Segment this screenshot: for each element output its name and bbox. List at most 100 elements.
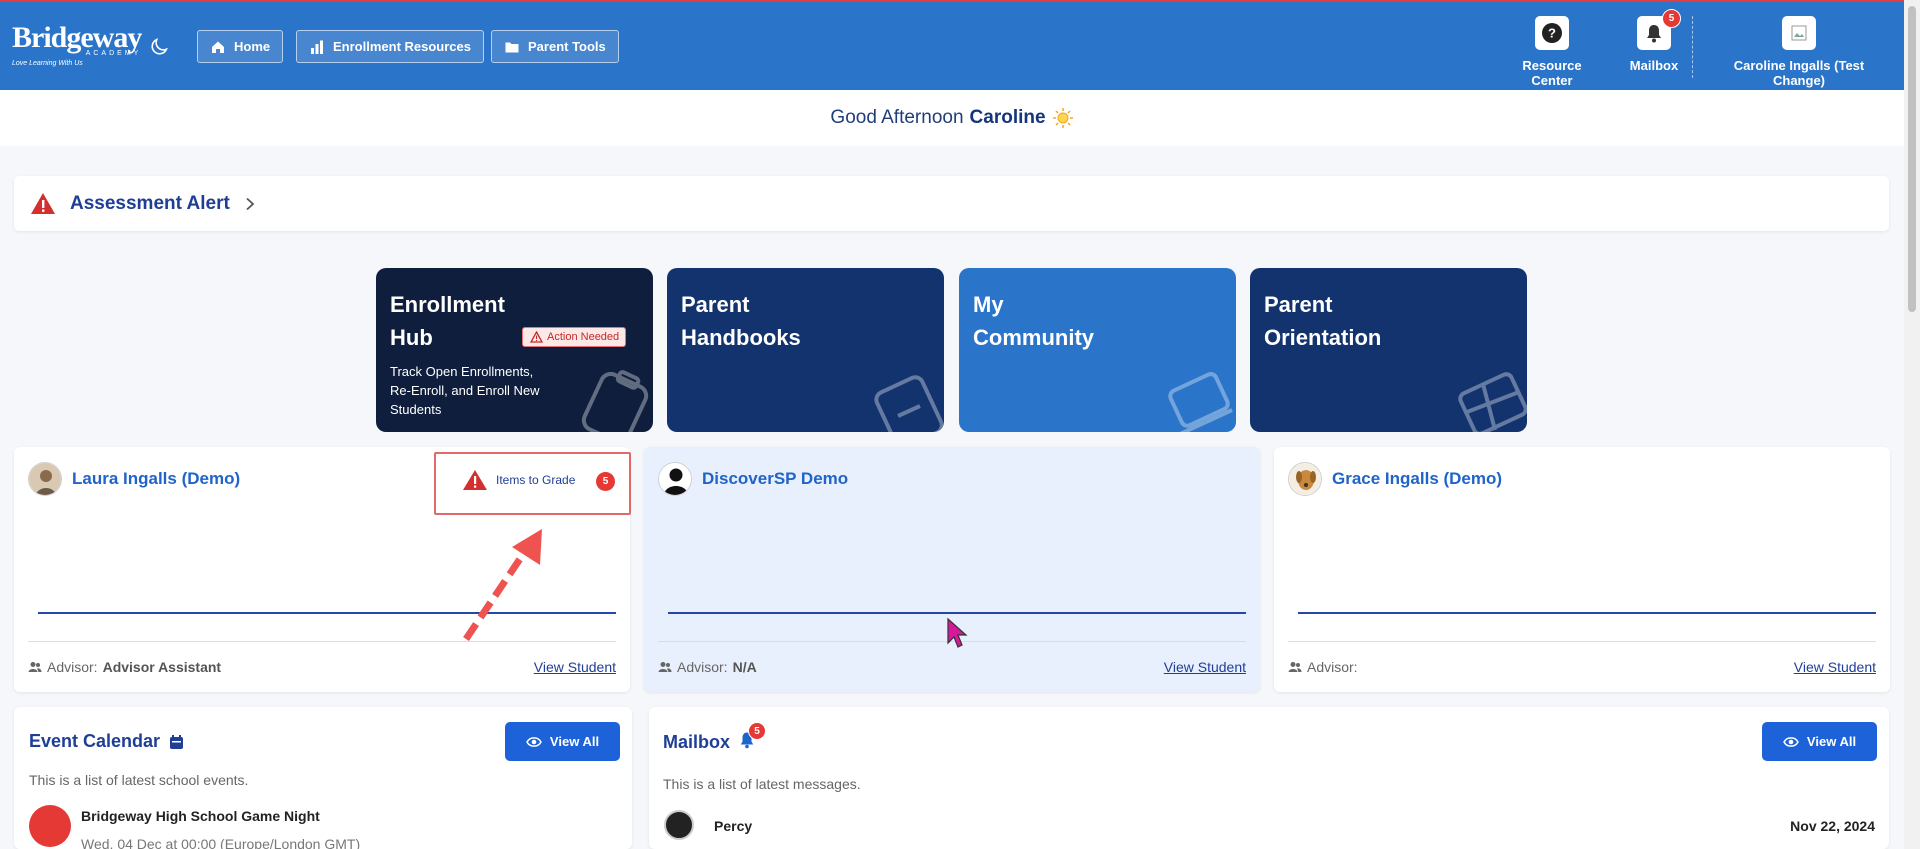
tile-description: Track Open Enrollments, Re-Enroll, and E… xyxy=(390,364,540,417)
nav-home-button[interactable]: Home xyxy=(197,30,284,63)
action-needed-label: Action Needed xyxy=(547,331,620,343)
top-navigation-bar: Bridgeway ACADEMY Love Learning With Us … xyxy=(0,0,1920,90)
document-icon xyxy=(874,375,944,432)
tile-title-line1: Enrollment xyxy=(390,292,505,317)
home-icon xyxy=(212,41,224,53)
warning-icon xyxy=(463,470,487,490)
tile-title-line1: Parent xyxy=(1264,292,1333,317)
user-menu-button[interactable]: Caroline Ingalls (Test Change) xyxy=(1706,16,1892,88)
event-color-dot xyxy=(29,805,71,847)
event-calendar-title: Event Calendar xyxy=(29,731,184,752)
clipboard-icon xyxy=(581,370,649,432)
tile-title-line2: Handbooks xyxy=(681,325,801,350)
map-icon xyxy=(1458,372,1527,432)
tile-title-line1: Parent xyxy=(681,292,750,317)
mailbox-subtitle: This is a list of latest messages. xyxy=(663,776,861,792)
nav-parent-tools-label: Parent Tools xyxy=(528,39,606,54)
items-to-grade-count: 5 xyxy=(596,472,615,491)
student-name-link[interactable]: Grace Ingalls (Demo) xyxy=(1332,469,1502,489)
mailbox-panel: Mailbox 5 View All This is a list of lat… xyxy=(649,707,1889,849)
mailbox-count-badge: 5 xyxy=(1662,9,1681,28)
user-name-label: Caroline Ingalls (Test Change) xyxy=(1733,58,1865,88)
parent-orientation-tile[interactable]: Parent Orientation xyxy=(1250,268,1527,432)
logo-text: Bridgeway xyxy=(12,21,142,54)
user-avatar-icon xyxy=(1782,16,1816,50)
parent-handbooks-tile[interactable]: Parent Handbooks xyxy=(667,268,944,432)
nav-home-label: Home xyxy=(234,39,271,54)
student-name-link[interactable]: Laura Ingalls (Demo) xyxy=(72,469,240,489)
bar-chart-icon xyxy=(311,40,323,54)
progress-chart-line xyxy=(668,612,1246,614)
calendar-subtitle: This is a list of latest school events. xyxy=(29,772,249,788)
view-student-link[interactable]: View Student xyxy=(534,659,616,675)
greeting-bar: Good Afternoon Caroline xyxy=(0,90,1904,146)
greeting-prefix: Good Afternoon xyxy=(830,107,964,128)
advisor-label: Advisor: xyxy=(47,659,98,675)
items-to-grade-highlight[interactable]: Items to Grade 5 xyxy=(434,452,631,515)
my-community-tile[interactable]: My Community xyxy=(959,268,1236,432)
bell-icon: 5 xyxy=(739,722,767,754)
student-name-link[interactable]: DiscoverSP Demo xyxy=(702,469,848,489)
eye-icon xyxy=(526,736,542,747)
mailbox-title-text: Mailbox xyxy=(663,732,731,752)
student-avatar xyxy=(1288,462,1322,496)
resource-center-button[interactable]: ? Resource Center xyxy=(1500,16,1604,88)
view-student-link[interactable]: View Student xyxy=(1794,659,1876,675)
sender-avatar xyxy=(664,810,694,840)
logo-subtext: ACADEMY xyxy=(85,50,142,57)
warning-icon xyxy=(31,192,55,214)
bell-icon: 5 xyxy=(1637,9,1681,50)
people-icon xyxy=(1288,662,1302,672)
logo-tagline: Love Learning With Us xyxy=(12,60,83,67)
mailbox-panel-title: Mailbox 5 xyxy=(663,722,767,754)
nav-enrollment-resources-button[interactable]: Enrollment Resources xyxy=(296,30,484,63)
advisor-name: Advisor Assistant xyxy=(102,659,222,675)
mailbox-view-all-button[interactable]: View All xyxy=(1762,722,1877,761)
items-to-grade-label: Items to Grade xyxy=(496,473,576,487)
mailbox-panel-badge: 5 xyxy=(748,722,767,740)
people-icon xyxy=(28,662,42,672)
bridgeway-logo[interactable]: Bridgeway ACADEMY Love Learning With Us xyxy=(12,21,142,68)
advisor-label: Advisor: xyxy=(1307,659,1358,675)
advisor-info: Advisor: N/A xyxy=(658,659,757,675)
event-title[interactable]: Bridgeway High School Game Night xyxy=(81,808,320,824)
assessment-alert-title: Assessment Alert xyxy=(70,192,230,214)
student-card-grace: Grace Ingalls (Demo) Advisor: View Stude… xyxy=(1274,447,1890,692)
mouse-cursor-icon xyxy=(947,617,968,648)
page-scrollbar[interactable] xyxy=(1904,0,1920,849)
event-calendar-panel: Event Calendar View All This is a list o… xyxy=(14,707,632,849)
scrollbar-thumb[interactable] xyxy=(1908,6,1916,312)
view-all-label: View All xyxy=(1806,734,1857,749)
student-avatar xyxy=(28,462,62,496)
header-divider xyxy=(1692,16,1693,78)
warning-outline-icon xyxy=(530,331,543,343)
calendar-icon xyxy=(170,734,184,749)
enrollment-hub-tile[interactable]: Enrollment Hub Track Open Enrollments, R… xyxy=(376,268,653,432)
moon-icon[interactable] xyxy=(148,36,170,58)
student-card-discoversp: DiscoverSP Demo Advisor: N/A View Studen… xyxy=(644,447,1260,692)
annotation-arrow-icon xyxy=(463,529,542,641)
mailbox-button[interactable]: 5 Mailbox xyxy=(1625,9,1683,73)
nav-parent-tools-button[interactable]: Parent Tools xyxy=(491,30,619,63)
advisor-info: Advisor: Advisor Assistant xyxy=(28,659,221,675)
message-sender[interactable]: Percy xyxy=(714,818,752,834)
message-date: Nov 22, 2024 xyxy=(1790,818,1875,834)
assessment-alert-bar[interactable]: Assessment Alert xyxy=(14,176,1889,231)
sun-icon xyxy=(1052,108,1073,128)
view-student-link[interactable]: View Student xyxy=(1164,659,1246,675)
nav-enrollment-resources-label: Enrollment Resources xyxy=(333,39,471,54)
tile-title-line1: My xyxy=(973,292,1004,317)
resource-center-label: Resource Center xyxy=(1522,58,1582,88)
event-calendar-title-text: Event Calendar xyxy=(29,731,161,751)
svg-text:?: ? xyxy=(1548,26,1556,41)
eye-icon xyxy=(1783,736,1799,747)
view-all-label: View All xyxy=(549,734,600,749)
laptop-icon xyxy=(1168,372,1233,432)
help-icon: ? xyxy=(1535,16,1569,50)
event-time: Wed, 04 Dec at 00:00 (Europe/London GMT) xyxy=(81,836,361,849)
greeting-name: Caroline xyxy=(969,107,1046,128)
people-icon xyxy=(658,662,672,672)
student-avatar xyxy=(658,462,692,496)
advisor-name: N/A xyxy=(732,659,757,675)
calendar-view-all-button[interactable]: View All xyxy=(505,722,620,761)
